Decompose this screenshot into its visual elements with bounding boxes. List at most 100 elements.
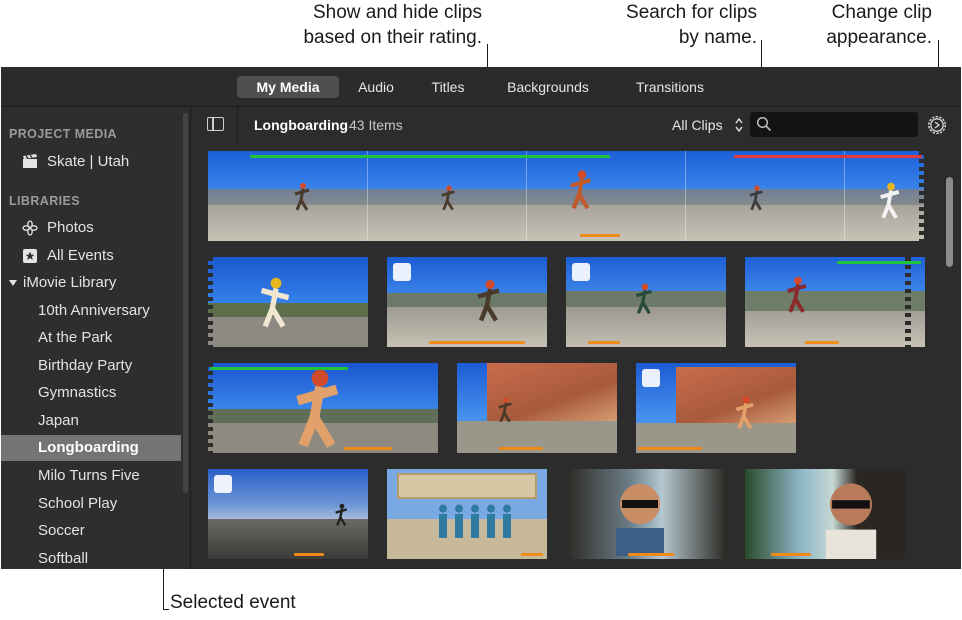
clip-thumbnail[interactable] [457,363,617,453]
search-input[interactable] [776,115,912,134]
skater-figure-icon [735,396,754,430]
header-divider [237,107,238,143]
event-title: Longboarding [254,117,349,133]
callout-appearance-line-2: appearance. [826,27,932,48]
callout-appearance: Change clip appearance. [800,0,932,50]
clip-thumbnail[interactable] [636,363,796,453]
clip-thumbnail[interactable] [208,363,438,453]
person-face-icon [825,483,877,559]
loading-icon [214,475,232,493]
sidebar-item-label: All Events [47,247,114,264]
sidebar-item-label: Skate | Utah [47,153,130,170]
sidebar-toggle-icon[interactable] [207,117,224,131]
used-marker [638,447,702,450]
sidebar-item-label: At the Park [38,329,113,346]
tab-my-media[interactable]: My Media [237,76,339,98]
used-marker [344,447,392,450]
sidebar-item-project[interactable]: Skate | Utah [1,149,181,175]
item-count: 43 Items [349,117,403,133]
clip-filter-popup[interactable]: All Clips [672,107,723,143]
sidebar-event-soccer[interactable]: Soccer [1,518,181,544]
sidebar-item-label: Soccer [38,522,85,539]
tab-transitions[interactable]: Transitions [621,76,719,98]
sidebar-item-label: Milo Turns Five [38,467,140,484]
sidebar-event-longboarding[interactable]: Longboarding [1,435,181,461]
callout-selected: Selected event [170,592,296,613]
sidebar-item-label: School Play [38,495,118,512]
used-marker [588,341,620,344]
clip-thumbnail[interactable] [208,151,924,241]
skater-figure-icon [880,182,900,219]
clip-thumbnail[interactable] [208,469,368,559]
sidebar-event-school-play[interactable]: School Play [1,491,181,517]
tab-titles[interactable]: Titles [419,76,477,98]
callout-rating-line-1: Show and hide clips [313,2,482,23]
sidebar-item-label: Photos [47,219,94,236]
disclosure-triangle-icon[interactable] [7,275,19,292]
sidebar-event-gymnastics[interactable]: Gymnastics [1,380,181,406]
tab-audio[interactable]: Audio [346,76,406,98]
sidebar-event-10th-anniversary[interactable]: 10th Anniversary [1,298,181,324]
search-icon [756,116,772,132]
sidebar-item-label: Longboarding [38,439,139,456]
sidebar-item-label: iMovie Library [23,274,117,291]
sidebar-event-birthday-party[interactable]: Birthday Party [1,353,181,379]
clip-thumbnail[interactable] [745,469,905,559]
search-field[interactable] [750,112,918,137]
group-people-icon [439,504,511,538]
sidebar-event-milo-turns-five[interactable]: Milo Turns Five [1,463,181,489]
used-marker [628,553,674,556]
skater-figure-icon [749,185,763,211]
used-marker [521,553,543,556]
sidebar-item-photos[interactable]: Photos [1,215,181,241]
skater-figure-icon [294,183,310,211]
sidebar-event-japan[interactable]: Japan [1,408,181,434]
callout-search-line-2: by name. [678,27,757,48]
favorite-marker [250,155,610,158]
sidebar-event-softball[interactable]: Softball [1,546,181,569]
libraries-heading: LIBRARIES [9,194,80,208]
sidebar-item-all-events[interactable]: All Events [1,243,181,269]
sidebar-scrollbar[interactable] [183,113,188,493]
clip-thumbnail[interactable] [745,257,925,347]
clip-thumbnail[interactable] [387,469,547,559]
project-media-heading: PROJECT MEDIA [9,127,117,141]
callout-rating: Show and hide clips based on their ratin… [270,0,482,50]
skater-figure-icon [570,170,591,210]
used-marker [805,341,839,344]
callout-search-line-1: Search for clips [626,2,757,23]
clip-browser [192,143,944,569]
skater-figure-icon [296,369,339,448]
clip-browser-scrollbar[interactable] [946,177,953,267]
sidebar-item-label: Gymnastics [38,384,117,401]
photos-flower-icon [21,220,38,237]
clip-thumbnail[interactable] [208,257,368,347]
skater-figure-icon [787,276,807,313]
loading-icon [642,369,660,387]
clip-thumbnail[interactable] [387,257,547,347]
clip-thumbnail[interactable] [566,469,726,559]
sidebar-item-label: Japan [38,412,79,429]
media-tab-bar: My Media Audio Titles Backgrounds Transi… [1,67,961,107]
tab-backgrounds[interactable]: Backgrounds [492,76,604,98]
loading-icon [572,263,590,281]
sidebar-event-at-the-park[interactable]: At the Park [1,325,181,351]
clapperboard-icon [21,154,38,171]
favorite-marker [210,367,348,370]
callout-search: Search for clips by name. [590,0,757,50]
browser-header: Longboarding 43 Items All Clips [192,107,961,143]
skater-figure-icon [498,397,512,423]
clip-thumbnail[interactable] [566,257,726,347]
used-marker [580,234,620,237]
skater-figure-icon [260,277,290,328]
popup-arrows-icon[interactable] [734,116,744,134]
imovie-window: My Media Audio Titles Backgrounds Transi… [1,67,961,569]
sidebar-item-imovie-library[interactable]: iMovie Library [1,270,181,296]
callout-appearance-line-1: Change clip [831,2,932,23]
skater-figure-icon [477,280,500,322]
clip-appearance-gear-icon[interactable] [926,114,948,136]
sidebar-item-label: Softball [38,550,89,567]
loading-icon [393,263,411,281]
person-face-icon [616,484,664,556]
star-icon [21,248,38,265]
